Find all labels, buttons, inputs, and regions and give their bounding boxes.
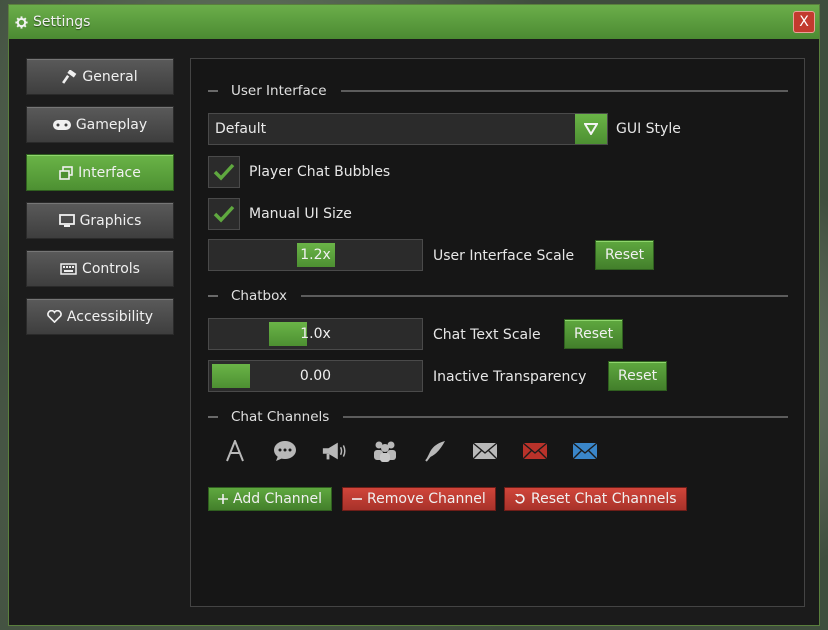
remove-channel-button[interactable]: Remove Channel (342, 487, 496, 511)
player-chat-bubbles-label: Player Chat Bubbles (249, 164, 391, 180)
inactive-transparency-reset-button[interactable]: Reset (608, 361, 668, 391)
gui-style-dropdown[interactable]: Default (208, 113, 608, 145)
ui-scale-value: 1.2x (300, 247, 331, 263)
nav-accessibility-button[interactable]: Accessibility (26, 298, 174, 335)
section-dash (208, 416, 218, 418)
window-title: Settings (33, 14, 91, 30)
inactive-transparency-label: Inactive Transparency (433, 369, 587, 385)
ui-scale-reset-button[interactable]: Reset (595, 240, 655, 270)
nav-label: Gameplay (75, 116, 148, 133)
section-chatbox: Chatbox (208, 287, 788, 305)
monitor-icon (58, 213, 75, 228)
section-line (340, 90, 788, 92)
ui-scale-slider[interactable]: 1.2x (208, 239, 423, 271)
title-bar[interactable]: Settings X (9, 5, 819, 39)
chat-text-scale-reset-button[interactable]: Reset (564, 319, 624, 349)
nav-interface-button[interactable]: Interface (26, 154, 174, 191)
checkmark-icon (213, 163, 235, 181)
section-line (343, 416, 788, 418)
close-button[interactable]: X (793, 11, 815, 33)
nav-controls-button[interactable]: Controls (26, 250, 174, 287)
windows-icon (59, 165, 73, 180)
remove-channel-label: Remove Channel (367, 491, 486, 507)
hammer-icon (62, 69, 77, 84)
add-channel-button[interactable]: Add Channel (208, 487, 333, 511)
section-user-interface: User Interface (208, 82, 788, 100)
window-body: General Gameplay Interface Graphics Cont… (9, 39, 819, 625)
plus-icon (218, 494, 228, 504)
group-icon[interactable] (371, 439, 399, 463)
envelope-icon[interactable] (471, 439, 499, 463)
gear-icon (15, 15, 29, 29)
section-title: Chat Channels (231, 409, 330, 425)
nav-label: Accessibility (66, 308, 154, 325)
section-dash (208, 90, 218, 92)
undo-icon (514, 493, 526, 505)
gui-style-label: GUI Style (616, 121, 681, 137)
chat-text-scale-value: 1.0x (300, 326, 331, 342)
nav-gameplay-button[interactable]: Gameplay (26, 106, 174, 143)
envelope-red-icon[interactable] (521, 439, 549, 463)
nav-general-button[interactable]: General (26, 58, 174, 95)
letter-a-icon[interactable] (221, 439, 249, 463)
player-chat-bubbles-checkbox[interactable] (208, 156, 240, 188)
megaphone-icon[interactable] (321, 439, 349, 463)
inactive-transparency-value: 0.00 (299, 368, 332, 384)
nav-label: Controls (82, 260, 140, 277)
section-line (300, 295, 788, 297)
speech-bubble-icon[interactable] (271, 439, 299, 463)
keyboard-icon (60, 262, 77, 275)
section-chat-channels: Chat Channels (208, 408, 788, 426)
envelope-blue-icon[interactable] (571, 439, 599, 463)
nav-graphics-button[interactable]: Graphics (26, 202, 174, 239)
inactive-transparency-slider[interactable]: 0.00 (208, 360, 423, 392)
nav-label: Graphics (79, 212, 142, 229)
channel-icon-row (221, 439, 599, 463)
settings-window: Settings X General Gameplay Interface Gr… (8, 4, 820, 626)
manual-ui-size-checkbox[interactable] (208, 198, 240, 230)
reset-chat-channels-button[interactable]: Reset Chat Channels (504, 487, 687, 511)
nav-label: Interface (78, 164, 141, 181)
heart-icon (47, 310, 62, 323)
chevron-down-icon[interactable] (575, 114, 607, 144)
section-title: Chatbox (231, 288, 287, 304)
manual-ui-size-label: Manual UI Size (249, 206, 352, 222)
add-channel-label: Add Channel (233, 491, 323, 507)
ui-scale-label: User Interface Scale (433, 248, 575, 264)
interface-settings-panel: User Interface Default GUI Style Player … (190, 58, 805, 607)
gamepad-icon (52, 119, 71, 131)
chat-text-scale-label: Chat Text Scale (433, 327, 541, 343)
chat-text-scale-slider[interactable]: 1.0x (208, 318, 423, 350)
section-title: User Interface (231, 83, 327, 99)
section-dash (208, 295, 218, 297)
gui-style-value: Default (215, 121, 267, 137)
reset-chat-channels-label: Reset Chat Channels (531, 491, 677, 507)
feather-icon[interactable] (421, 439, 449, 463)
checkmark-icon (213, 205, 235, 223)
minus-icon (352, 494, 362, 504)
nav-label: General (82, 68, 138, 85)
settings-nav: General Gameplay Interface Graphics Cont… (26, 58, 174, 346)
